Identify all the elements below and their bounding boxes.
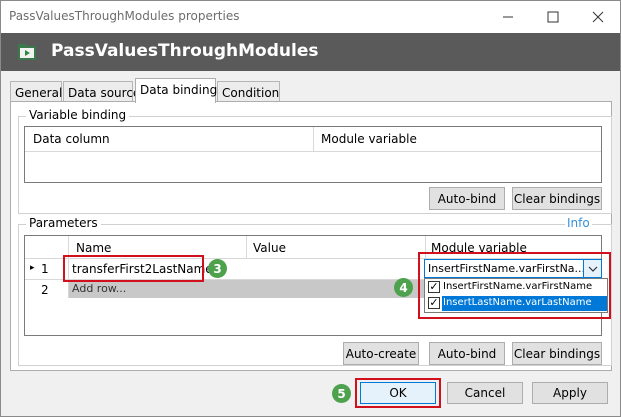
- variable-binding-legend: Variable binding: [26, 108, 130, 122]
- tab-data-binding[interactable]: Data binding: [135, 78, 217, 103]
- step-badge: 4: [394, 278, 413, 297]
- name-highlight-box: [63, 255, 204, 282]
- close-button[interactable]: [575, 1, 620, 33]
- row-number: 1: [41, 262, 49, 276]
- tab-data-source[interactable]: Data source: [63, 81, 140, 103]
- title-bar: PassValuesThroughModules properties: [1, 1, 620, 33]
- clear-bindings-button[interactable]: Clear bindings: [512, 342, 602, 365]
- step-badge: 5: [332, 384, 351, 403]
- apply-button[interactable]: Apply: [532, 382, 608, 404]
- window-title: PassValuesThroughModules properties: [9, 9, 240, 23]
- properties-dialog: PassValuesThroughModules properties Pass…: [0, 0, 621, 417]
- module-header: PassValuesThroughModules: [1, 33, 620, 71]
- maximize-button[interactable]: [530, 1, 575, 33]
- module-title: PassValuesThroughModules: [51, 41, 319, 61]
- module-variable-highlight-box: [418, 252, 611, 319]
- minimize-button[interactable]: [485, 1, 530, 33]
- grid-column-divider: [313, 127, 314, 151]
- add-row-link[interactable]: Add row...: [72, 282, 126, 295]
- column-header-module-variable[interactable]: Module variable: [321, 132, 417, 146]
- step-badge: 3: [208, 259, 227, 278]
- clear-bindings-button[interactable]: Clear bindings: [512, 187, 602, 210]
- tab-condition[interactable]: Condition: [217, 81, 280, 103]
- grid-header-divider: [25, 151, 601, 152]
- row-number: 2: [41, 283, 49, 297]
- column-header-name[interactable]: Name: [76, 241, 111, 255]
- minimize-icon: [502, 16, 513, 18]
- ok-button[interactable]: OK: [360, 382, 436, 404]
- maximize-icon: [547, 11, 558, 23]
- column-header-value[interactable]: Value: [253, 241, 286, 255]
- cancel-button[interactable]: Cancel: [447, 382, 523, 404]
- variable-binding-grid[interactable]: Data column Module variable: [24, 126, 602, 183]
- column-header-data-column[interactable]: Data column: [33, 132, 110, 146]
- parameters-legend: Parameters: [26, 216, 101, 230]
- close-icon: [592, 11, 603, 23]
- row-pointer-icon: ▸: [30, 263, 35, 273]
- module-play-icon: [18, 44, 36, 60]
- name-value-divider: [246, 236, 247, 258]
- auto-bind-button[interactable]: Auto-bind: [429, 187, 505, 210]
- tab-general[interactable]: General: [10, 81, 62, 103]
- auto-bind-button[interactable]: Auto-bind: [429, 342, 505, 365]
- auto-create-button[interactable]: Auto-create: [343, 342, 419, 365]
- info-link[interactable]: Info: [565, 216, 592, 230]
